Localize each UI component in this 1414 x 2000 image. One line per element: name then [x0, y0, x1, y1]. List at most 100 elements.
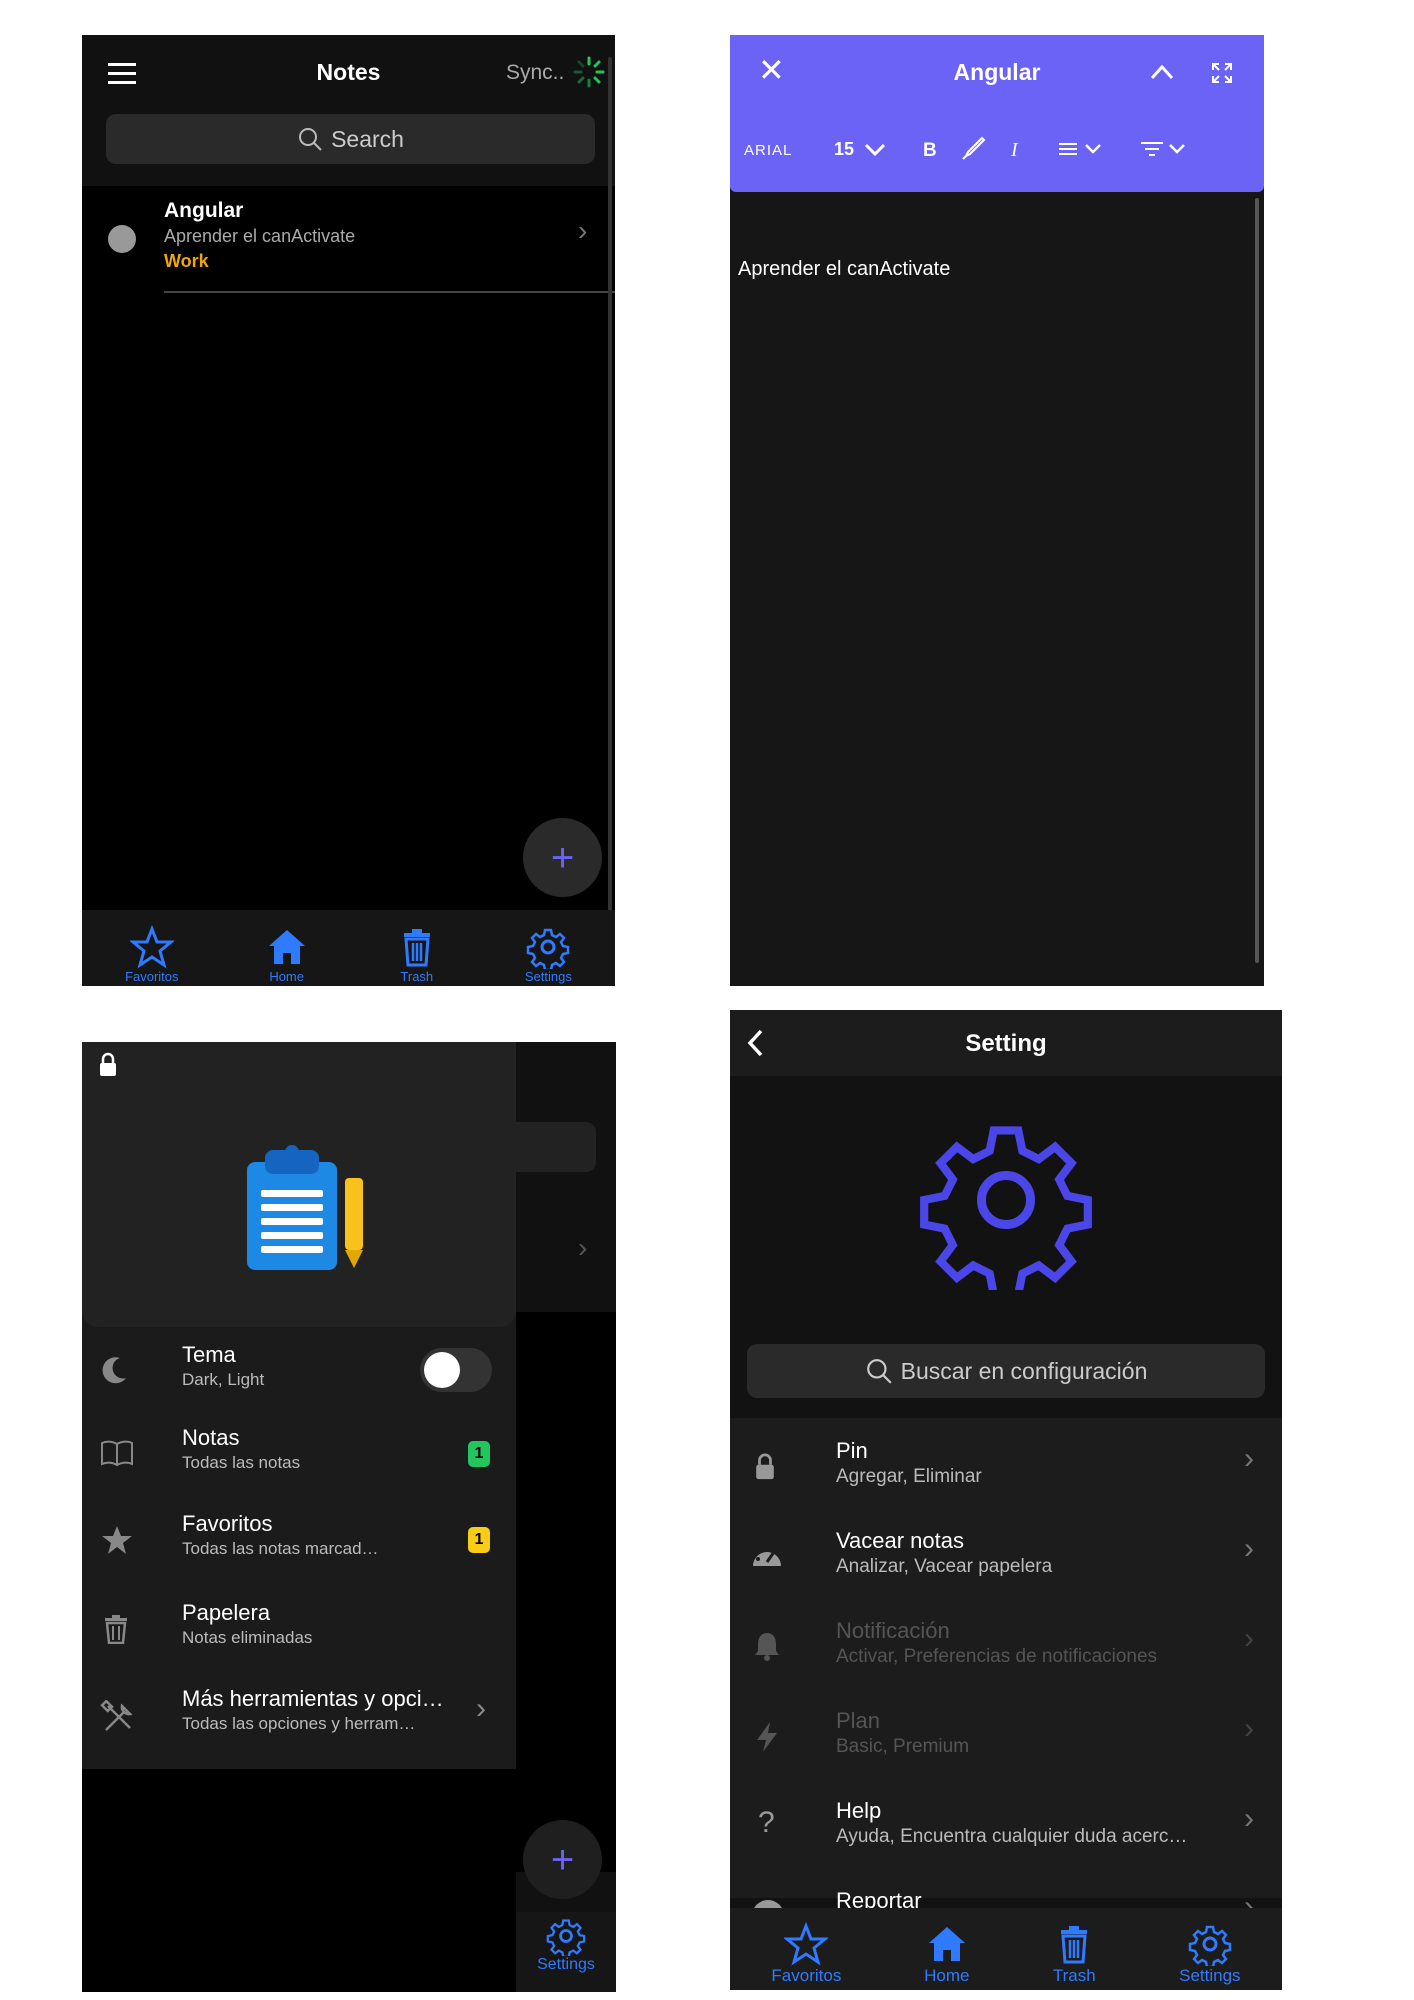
editor-screen: ✕ Angular ARIAL 15 B I Aprender el canAc…: [730, 35, 1264, 986]
star-icon: [129, 925, 174, 969]
theme-toggle[interactable]: [420, 1348, 492, 1392]
sync-status: Sync..: [506, 61, 565, 84]
divider: [164, 291, 615, 293]
scrollbar[interactable]: [1255, 198, 1259, 963]
gear-icon: [527, 928, 570, 969]
nav-favoritos[interactable]: Favoritos: [125, 925, 179, 984]
chevron-down-icon: [1085, 144, 1101, 154]
drawer-screen: › + Settings Tema Dark, Light Notas Toda…: [82, 1042, 616, 1992]
nav-label: Settings: [524, 969, 572, 984]
align-icon: [1059, 143, 1077, 155]
gear-icon: [546, 1919, 586, 1956]
home-icon: [928, 1927, 965, 1961]
align-select[interactable]: [1058, 141, 1102, 157]
lock-icon: [756, 1453, 774, 1480]
item-subtitle: Notas eliminadas: [182, 1628, 313, 1647]
drawer-item-mas-herramientas[interactable]: Más herramientas y opci… Todas las opcio…: [82, 1682, 516, 1762]
home-icon: [268, 930, 305, 964]
bottom-nav: Favoritos Home Trash Settings: [82, 910, 615, 986]
note-list-item[interactable]: Angular Aprender el canActivate Work ›: [82, 195, 615, 293]
bottom-nav: Favoritos Home Trash Settings: [730, 1908, 1282, 1990]
search-placeholder: Search: [331, 125, 404, 152]
search-bar[interactable]: Search: [106, 114, 595, 164]
chevron-right-icon: ›: [476, 1692, 486, 1725]
backdrop-search: [516, 1122, 596, 1172]
item-title: Más herramientas y opci…: [182, 1686, 444, 1711]
item-title: Help: [836, 1798, 882, 1823]
item-subtitle: Dark, Light: [182, 1370, 265, 1389]
chevron-right-icon: ›: [1244, 1442, 1254, 1475]
drawer-item-tema[interactable]: Tema Dark, Light: [82, 1334, 516, 1406]
item-title: Notas: [182, 1425, 240, 1450]
lock-icon[interactable]: [98, 1052, 118, 1078]
item-subtitle: Basic, Premium: [836, 1736, 970, 1757]
nav-settings[interactable]: Settings: [1179, 1922, 1241, 1986]
notes-screen: Notes Sync.. Search Angular Aprender el …: [82, 35, 615, 986]
note-tag: Work: [164, 251, 209, 271]
page-title: Setting: [965, 1030, 1047, 1057]
search-placeholder: Buscar en configuración: [900, 1357, 1148, 1384]
trash-icon: [105, 1615, 127, 1644]
star-icon: [784, 1922, 829, 1966]
bell-icon: [755, 1633, 779, 1661]
item-title: Notificación: [836, 1618, 950, 1643]
backdrop-list: [516, 1312, 616, 1872]
nav-settings[interactable]: Settings: [516, 1912, 616, 1992]
item-subtitle: Activar, Preferencias de notificaciones: [836, 1646, 1158, 1667]
font-size-select[interactable]: 15: [834, 139, 886, 160]
settings-screen: Setting Buscar en configuración Pin Agre…: [730, 1010, 1282, 1990]
font-select[interactable]: ARIAL: [744, 142, 792, 159]
editor-body[interactable]: Aprender el canActivate: [738, 258, 950, 281]
italic-button[interactable]: I: [1011, 139, 1018, 162]
item-subtitle: Analizar, Vacear papelera: [836, 1556, 1053, 1577]
settings-item-plan[interactable]: Plan Basic, Premium ›: [730, 1700, 1282, 1772]
bold-button[interactable]: B: [923, 140, 937, 162]
nav-home[interactable]: Home: [265, 925, 309, 984]
nav-home[interactable]: Home: [924, 1922, 970, 1986]
nav-favoritos[interactable]: Favoritos: [771, 1922, 841, 1986]
nav-trash[interactable]: Trash: [395, 925, 439, 984]
note-color-dot: [108, 225, 136, 253]
item-subtitle: Agregar, Eliminar: [836, 1466, 982, 1487]
nav-label: Settings: [537, 1956, 595, 1973]
chevron-down-icon: [1169, 144, 1185, 154]
settings-item-help[interactable]: ? Help Ayuda, Encuentra cualquier duda a…: [730, 1790, 1282, 1862]
item-subtitle: Todas las opciones y herram…: [182, 1714, 416, 1733]
item-title: Plan: [836, 1708, 881, 1733]
chevron-down-icon: [864, 143, 886, 156]
settings-search-bar[interactable]: Buscar en configuración: [747, 1344, 1265, 1398]
search-icon: [299, 128, 322, 151]
chevron-right-icon: ›: [1244, 1622, 1254, 1655]
settings-item-vacear-notas[interactable]: Vacear notas Analizar, Vacear papelera ›: [730, 1520, 1282, 1592]
star-icon: [102, 1526, 132, 1554]
editor-title: Angular: [953, 59, 1041, 85]
item-subtitle: Ayuda, Encuentra cualquier duda acerc…: [836, 1826, 1188, 1847]
nav-trash[interactable]: Trash: [1052, 1922, 1096, 1986]
chevron-up-icon[interactable]: [1149, 62, 1175, 82]
help-icon: ?: [758, 1806, 775, 1839]
item-title: Papelera: [182, 1600, 271, 1625]
filter-select[interactable]: [1140, 140, 1186, 158]
scrollbar[interactable]: [608, 57, 612, 947]
nav-settings[interactable]: Settings: [525, 925, 572, 984]
count-badge: 1: [468, 1441, 490, 1467]
chevron-right-icon: ›: [1244, 1532, 1254, 1565]
item-title: Tema: [182, 1342, 236, 1367]
lightning-icon: [757, 1722, 777, 1752]
book-icon: [101, 1440, 133, 1467]
add-note-button[interactable]: +: [523, 1820, 602, 1899]
add-note-button[interactable]: +: [523, 818, 602, 897]
nav-label: Trash: [1052, 1966, 1096, 1985]
nav-label: Home: [924, 1966, 970, 1985]
speedometer-icon: [753, 1546, 781, 1566]
plus-icon: +: [550, 1837, 575, 1882]
drawer-item-favoritos[interactable]: Favoritos Todas las notas marcad… 1: [82, 1505, 516, 1577]
nav-label: Home: [269, 969, 304, 984]
drawer-item-notas[interactable]: Notas Todas las notas 1: [82, 1417, 516, 1489]
drawer-item-papelera[interactable]: Papelera Notas eliminadas: [82, 1592, 516, 1664]
item-title: Vacear notas: [836, 1528, 965, 1553]
settings-item-pin[interactable]: Pin Agregar, Eliminar ›: [730, 1430, 1282, 1502]
expand-icon[interactable]: [1210, 61, 1234, 85]
brush-icon[interactable]: [960, 135, 986, 161]
settings-item-notificacion[interactable]: Notificación Activar, Preferencias de no…: [730, 1610, 1282, 1682]
